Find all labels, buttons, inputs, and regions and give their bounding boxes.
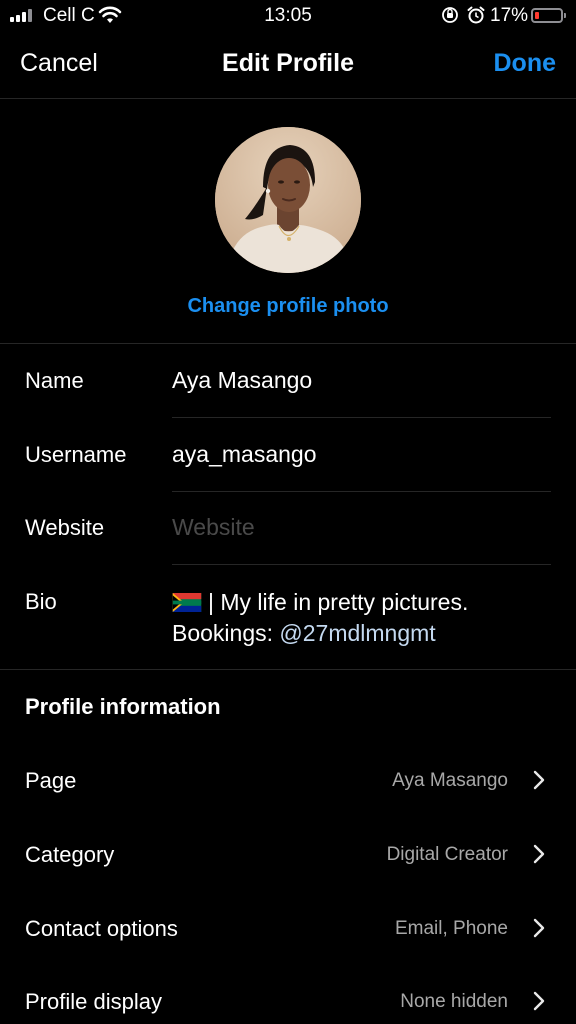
- south-africa-flag-icon: [172, 593, 202, 612]
- contact-options-row-value: Email, Phone: [394, 918, 508, 939]
- category-row-value: Digital Creator: [386, 844, 508, 865]
- battery-level: [535, 12, 539, 19]
- username-field[interactable]: aya_masango: [172, 441, 317, 468]
- bio-label: Bio: [25, 589, 57, 614]
- chevron-right-icon: [533, 844, 545, 864]
- bio-divider: [0, 669, 576, 670]
- profile-photo: [215, 127, 361, 273]
- chevron-right-icon: [533, 991, 545, 1011]
- avatar[interactable]: [215, 127, 361, 273]
- alarm-icon: [467, 6, 485, 24]
- field-divider: [172, 417, 551, 418]
- page-row-label[interactable]: Page: [25, 768, 76, 794]
- field-divider: [172, 564, 551, 565]
- contact-options-row-label[interactable]: Contact options: [25, 916, 178, 942]
- profile-display-row-label[interactable]: Profile display: [25, 989, 162, 1015]
- website-label: Website: [25, 515, 105, 540]
- page-row-value: Aya Masango: [392, 770, 508, 791]
- change-profile-photo-link[interactable]: Change profile photo: [0, 295, 576, 318]
- battery-percent: 17%: [490, 5, 529, 26]
- bio-mention-link[interactable]: @27mdlmngmt: [279, 620, 435, 646]
- name-label: Name: [25, 368, 84, 393]
- chevron-right-icon: [533, 770, 545, 790]
- nav-divider: [0, 98, 576, 99]
- bio-text-line2: Bookings:: [172, 620, 280, 646]
- bio-line-1: | My life in pretty pictures.: [172, 587, 468, 618]
- orientation-lock-icon: [442, 7, 458, 23]
- profile-information-heading: Profile information: [25, 694, 221, 719]
- page-title: Edit Profile: [222, 49, 354, 77]
- chevron-right-icon: [533, 918, 545, 938]
- category-row-label[interactable]: Category: [25, 842, 114, 868]
- bio-field[interactable]: | My life in pretty pictures. Bookings: …: [172, 587, 468, 649]
- done-button[interactable]: Done: [494, 49, 557, 78]
- name-field[interactable]: Aya Masango: [172, 367, 312, 394]
- username-label: Username: [25, 442, 127, 467]
- header-divider: [0, 343, 576, 344]
- status-bar: Cell C 13:05 17%: [0, 0, 576, 32]
- website-field[interactable]: Website: [172, 514, 255, 541]
- battery-icon: [531, 8, 566, 23]
- bio-line-2: Bookings: @27mdlmngmt: [172, 618, 468, 649]
- profile-display-row-value: None hidden: [400, 991, 508, 1012]
- field-divider: [172, 491, 551, 492]
- bio-text-line1: | My life in pretty pictures.: [208, 589, 469, 615]
